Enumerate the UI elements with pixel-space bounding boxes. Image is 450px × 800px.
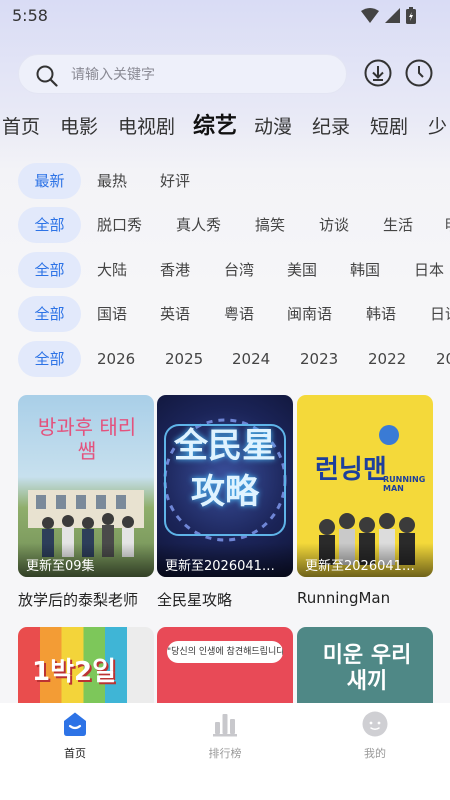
poster-image: 방과후 태리쌤 更新至09集 bbox=[18, 395, 154, 577]
episode-badge: 更新至09集 bbox=[18, 543, 154, 577]
chip-language-all[interactable]: 全部 bbox=[18, 296, 81, 332]
status-time: 5:58 bbox=[12, 6, 48, 25]
tab-variety[interactable]: 综艺 bbox=[193, 113, 237, 141]
chip-genre[interactable]: 脱口秀 bbox=[97, 207, 142, 243]
poster-image: 런닝맨 RUNNING MAN 更新至2026041… bbox=[297, 395, 433, 577]
poster-logo-text: 방과후 태리쌤 bbox=[37, 415, 137, 463]
chip-year[interactable]: 2023 bbox=[300, 341, 338, 377]
poster-image: "당신의 인생에 참견해드립니다" bbox=[157, 627, 293, 707]
chip-year[interactable]: 2026 bbox=[97, 341, 135, 377]
chip-year[interactable]: 20 bbox=[436, 341, 450, 377]
show-card[interactable]: "당신의 인생에 참견해드립니다" bbox=[157, 627, 293, 707]
filter-row-year: 全部 2026 2025 2024 2023 2022 20 bbox=[0, 341, 450, 377]
show-card[interactable]: 런닝맨 RUNNING MAN 更新至2026041… RunningMan bbox=[297, 395, 433, 607]
tab-anime[interactable]: 动漫 bbox=[254, 113, 292, 141]
search-icon bbox=[36, 65, 58, 87]
signal-icon bbox=[385, 8, 400, 23]
show-card[interactable]: 全民星攻略 更新至2026041… 全民星攻略 bbox=[157, 395, 293, 610]
episode-badge: 更新至2026041… bbox=[297, 543, 433, 577]
tab-movie[interactable]: 电影 bbox=[60, 113, 98, 141]
nav-label: 我的 bbox=[364, 747, 386, 760]
chip-year[interactable]: 2022 bbox=[368, 341, 406, 377]
tab-more[interactable]: 少 bbox=[428, 113, 447, 141]
chip-year[interactable]: 2025 bbox=[165, 341, 203, 377]
chip-sort-rating[interactable]: 好评 bbox=[160, 163, 190, 199]
poster-logo-text: "당신의 인생에 참견해드립니다" bbox=[167, 641, 283, 663]
chip-genre-all[interactable]: 全部 bbox=[18, 207, 81, 243]
tab-home[interactable]: 首页 bbox=[2, 113, 40, 141]
poster-logo-text: 미운 우리새끼 bbox=[322, 643, 412, 694]
chip-genre[interactable]: 访谈 bbox=[319, 207, 349, 243]
search-row bbox=[18, 54, 438, 94]
filter-row-language: 全部 国语 英语 粤语 闽南语 韩语 日语 bbox=[0, 296, 450, 332]
poster-logo-text: 1박2일 bbox=[32, 657, 117, 687]
tab-documentary[interactable]: 纪录 bbox=[312, 113, 350, 141]
tab-short-drama[interactable]: 短剧 bbox=[370, 113, 408, 141]
episode-badge: 更新至2026041… bbox=[157, 543, 293, 577]
nav-label: 首页 bbox=[64, 747, 86, 760]
nav-home[interactable]: 首页 bbox=[35, 711, 115, 761]
show-title: RunningMan bbox=[297, 589, 391, 607]
chip-sort-hot[interactable]: 最热 bbox=[97, 163, 127, 199]
chip-region-all[interactable]: 全部 bbox=[18, 252, 81, 288]
download-icon[interactable] bbox=[364, 59, 392, 87]
chip-genre[interactable]: 搞笑 bbox=[255, 207, 285, 243]
show-card[interactable]: 미운 우리새끼 bbox=[297, 627, 433, 707]
poster-logo-subtext: RUNNING MAN bbox=[383, 475, 426, 493]
bottom-nav: 首页 排行榜 我的 bbox=[0, 703, 450, 800]
show-card[interactable]: 1박2일 bbox=[18, 627, 154, 707]
chip-language[interactable]: 国语 bbox=[97, 296, 127, 332]
filter-row-sort: 最新 最热 好评 bbox=[0, 163, 450, 199]
home-icon bbox=[64, 712, 86, 736]
chip-year-all[interactable]: 全部 bbox=[18, 341, 81, 377]
chip-year[interactable]: 2024 bbox=[232, 341, 270, 377]
search-input[interactable] bbox=[71, 63, 331, 87]
poster-image: 全民星攻略 更新至2026041… bbox=[157, 395, 293, 577]
ranking-icon bbox=[213, 714, 237, 737]
show-card[interactable]: 방과후 태리쌤 更新至09集 放学后的泰梨老师 bbox=[18, 395, 154, 610]
chip-language[interactable]: 粤语 bbox=[224, 296, 254, 332]
poster-logo-text: 런닝맨 bbox=[315, 455, 387, 485]
chip-region[interactable]: 日本 bbox=[414, 252, 444, 288]
nav-label: 排行榜 bbox=[208, 747, 242, 760]
nav-profile[interactable]: 我的 bbox=[335, 711, 415, 761]
chip-genre[interactable]: 明 bbox=[445, 207, 450, 243]
show-title: 全民星攻略 bbox=[157, 591, 233, 609]
chip-region[interactable]: 香港 bbox=[160, 252, 190, 288]
status-icons bbox=[361, 7, 416, 24]
tab-tv-series[interactable]: 电视剧 bbox=[118, 113, 175, 141]
wifi-icon bbox=[361, 8, 379, 23]
filter-row-genre: 全部 脱口秀 真人秀 搞笑 访谈 生活 明 bbox=[0, 207, 450, 243]
chip-language[interactable]: 韩语 bbox=[366, 296, 396, 332]
history-icon[interactable] bbox=[405, 59, 433, 87]
filter-row-region: 全部 大陆 香港 台湾 美国 韩国 日本 bbox=[0, 252, 450, 288]
nav-ranking[interactable]: 排行榜 bbox=[185, 711, 265, 761]
chip-language[interactable]: 日语 bbox=[430, 296, 450, 332]
status-bar: 5:58 bbox=[0, 0, 450, 32]
search-box[interactable] bbox=[18, 54, 347, 94]
chip-language[interactable]: 闽南语 bbox=[287, 296, 332, 332]
profile-icon bbox=[362, 711, 388, 737]
chip-sort-latest[interactable]: 最新 bbox=[18, 163, 81, 199]
chip-region[interactable]: 大陆 bbox=[97, 252, 127, 288]
channel-tabs: 首页 电影 电视剧 综艺 动漫 纪录 短剧 少 bbox=[0, 113, 450, 145]
poster-image: 미운 우리새끼 bbox=[297, 627, 433, 707]
chip-region[interactable]: 美国 bbox=[287, 252, 317, 288]
chip-region[interactable]: 韩国 bbox=[350, 252, 380, 288]
chip-region[interactable]: 台湾 bbox=[224, 252, 254, 288]
show-title: 放学后的泰梨老师 bbox=[18, 591, 139, 609]
battery-icon bbox=[406, 7, 416, 24]
poster-image: 1박2일 bbox=[18, 627, 154, 707]
chip-genre[interactable]: 真人秀 bbox=[176, 207, 221, 243]
chip-genre[interactable]: 生活 bbox=[383, 207, 413, 243]
poster-logo-text: 全民星攻略 bbox=[174, 426, 276, 512]
chip-language[interactable]: 英语 bbox=[160, 296, 190, 332]
